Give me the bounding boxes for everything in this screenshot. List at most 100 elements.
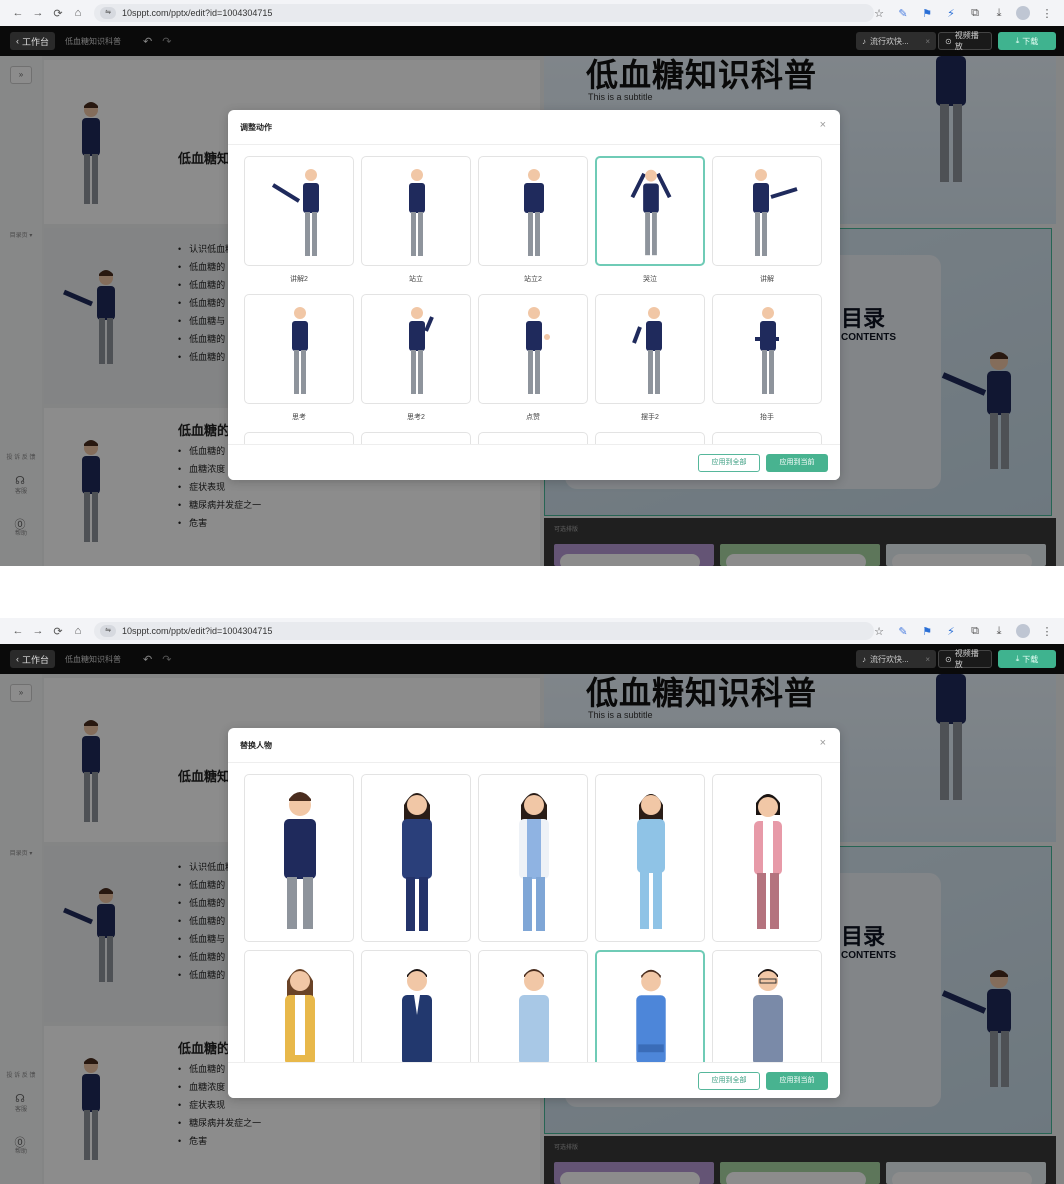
character-option-selected[interactable] [595,950,705,1062]
action-option[interactable] [361,156,471,266]
adjust-action-dialog: 调整动作 × 讲解2 站立 站立2 哭泣 讲解 思考 思考2 点赞 摆手2 抬手… [228,110,840,480]
action-option[interactable] [712,432,822,444]
extension-flag-icon[interactable]: ⚑ [920,7,934,20]
character-option[interactable] [244,950,354,1062]
video-play-button[interactable]: ⊙ 视频播放 [938,31,992,51]
action-option[interactable] [478,294,588,404]
browser-extension-icons: ☆ ✎ ⚑ ⚡ ⧉ ⤓ ⋮ [872,0,1054,26]
action-option[interactable] [712,156,822,266]
music-button[interactable]: ♪ 流行欢快... × [856,650,936,668]
bookmark-star-icon[interactable]: ☆ [872,625,886,638]
menu-dots-icon[interactable]: ⋮ [1040,7,1054,20]
extension-bolt-icon[interactable]: ⚡ [944,7,958,20]
home-icon[interactable]: ⌂ [70,625,86,637]
action-label: 讲解2 [290,276,308,283]
browser-toolbar: ← → ⟳ ⌂ ⇋ 10sppt.com/pptx/edit?id=100430… [0,0,1064,26]
document-title[interactable]: 低血糖知识科普 [65,36,121,47]
workbench-label: 工作台 [22,654,50,665]
download-button[interactable]: ⤓ 下载 [998,32,1056,50]
dialog-title: 调整动作 [240,123,272,132]
close-icon[interactable]: × [820,737,826,749]
forward-arrow-icon[interactable]: → [30,7,46,19]
action-option[interactable] [595,294,705,404]
profile-avatar[interactable] [1016,6,1030,20]
address-bar[interactable]: ⇋ 10sppt.com/pptx/edit?id=1004304715 [94,4,874,22]
action-option[interactable] [244,432,354,444]
action-option[interactable] [361,432,471,444]
action-option[interactable] [478,432,588,444]
action-option[interactable] [244,294,354,404]
character-option[interactable] [244,774,354,942]
action-option-selected[interactable] [595,156,705,266]
extension-pen-icon[interactable]: ✎ [896,7,910,20]
download-button[interactable]: ⤓ 下载 [998,650,1056,668]
close-icon[interactable]: × [925,655,930,664]
action-option[interactable] [712,294,822,404]
browser-toolbar: ← → ⟳ ⌂ ⇋ 10sppt.com/pptx/edit?id=100430… [0,618,1064,644]
extensions-puzzle-icon[interactable]: ⧉ [968,7,982,20]
extensions-puzzle-icon[interactable]: ⧉ [968,625,982,638]
character-option[interactable] [478,950,588,1062]
undo-icon[interactable]: ↶ [143,653,152,666]
divider [228,144,840,145]
close-icon[interactable]: × [820,119,826,131]
play-circle-icon: ⊙ [945,36,952,46]
character-option[interactable] [595,774,705,942]
download-label: 下载 [1022,36,1039,46]
dialog-footer: 应用到全部 应用到当前 [228,444,840,480]
profile-avatar[interactable] [1016,624,1030,638]
apply-to-all-button[interactable]: 应用到全部 [698,454,760,472]
character-option[interactable] [712,950,822,1062]
music-button[interactable]: ♪ 流行欢快... × [856,32,936,50]
close-icon[interactable]: × [925,37,930,46]
video-play-button[interactable]: ⊙ 视频播放 [938,649,992,669]
site-info-icon[interactable]: ⇋ [100,625,116,637]
action-option[interactable] [244,156,354,266]
menu-dots-icon[interactable]: ⋮ [1040,625,1054,638]
video-play-label: 视频播放 [954,31,979,51]
reload-icon[interactable]: ⟳ [50,7,66,20]
character-option[interactable] [361,950,471,1062]
apply-to-current-button[interactable]: 应用到当前 [766,1072,828,1090]
address-bar[interactable]: ⇋ 10sppt.com/pptx/edit?id=1004304715 [94,622,874,640]
extension-bolt-icon[interactable]: ⚡ [944,625,958,638]
character-grid [244,774,828,1062]
document-title[interactable]: 低血糖知识科普 [65,654,121,665]
undo-icon[interactable]: ↶ [143,35,152,48]
extension-flag-icon[interactable]: ⚑ [920,625,934,638]
workbench-back-button[interactable]: ‹ 工作台 [10,32,56,50]
redo-icon[interactable]: ↷ [162,35,171,48]
bookmark-star-icon[interactable]: ☆ [872,7,886,20]
music-label: 流行欢快... [870,654,909,664]
workbench-label: 工作台 [22,36,50,47]
screenshot-top: ← → ⟳ ⌂ ⇋ 10sppt.com/pptx/edit?id=100430… [0,0,1064,566]
download-icon: ⤓ [1015,654,1020,663]
back-arrow-icon[interactable]: ← [10,7,26,19]
downloads-icon[interactable]: ⤓ [992,625,1006,638]
music-note-icon: ♪ [862,654,866,664]
download-label: 下载 [1022,654,1039,664]
action-option[interactable] [595,432,705,444]
action-option[interactable] [361,294,471,404]
extension-pen-icon[interactable]: ✎ [896,625,910,638]
screenshot-gap [0,566,1064,618]
action-label: 站立2 [524,276,542,283]
apply-to-current-button[interactable]: 应用到当前 [766,454,828,472]
workbench-back-button[interactable]: ‹ 工作台 [10,650,56,668]
character-option[interactable] [361,774,471,942]
forward-arrow-icon[interactable]: → [30,625,46,637]
action-label: 站立 [409,276,423,283]
character-option[interactable] [478,774,588,942]
reload-icon[interactable]: ⟳ [50,625,66,638]
redo-icon[interactable]: ↷ [162,653,171,666]
site-info-icon[interactable]: ⇋ [100,7,116,19]
apply-to-all-button[interactable]: 应用到全部 [698,1072,760,1090]
back-arrow-icon[interactable]: ← [10,625,26,637]
action-label: 思考2 [407,414,425,421]
downloads-icon[interactable]: ⤓ [992,7,1006,20]
divider [228,762,840,763]
home-icon[interactable]: ⌂ [70,7,86,19]
video-play-label: 视频播放 [954,649,979,669]
action-option[interactable] [478,156,588,266]
character-option[interactable] [712,774,822,942]
